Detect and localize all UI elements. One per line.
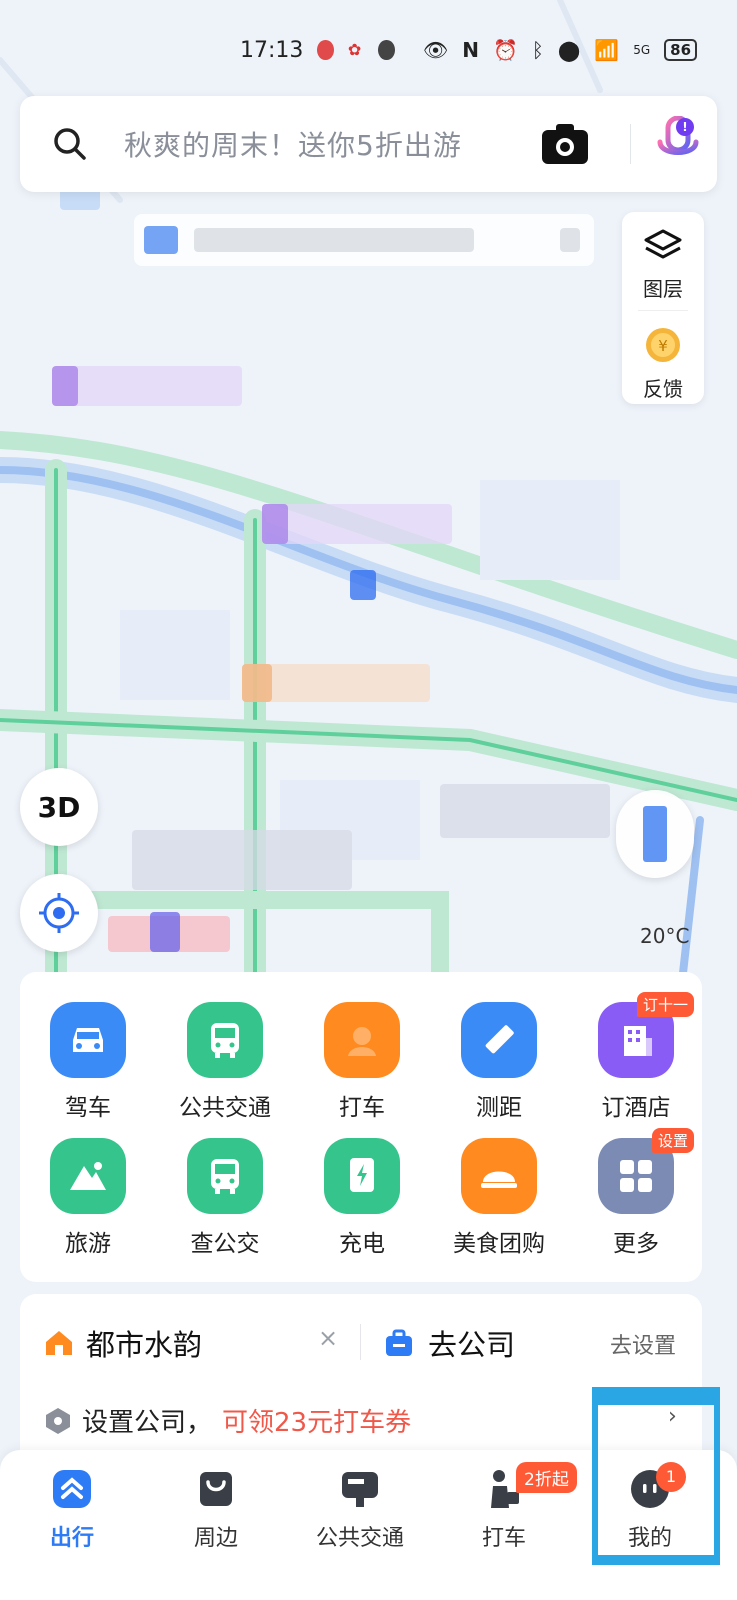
notification-icon (317, 40, 334, 60)
profile-icon (590, 1468, 710, 1514)
quick-action-measure[interactable]: 测距 (431, 1002, 567, 1122)
quick-action-travel[interactable]: 旅游 (20, 1138, 156, 1258)
quick-actions-card: 驾车 公共交通 打车 测距 订十一 订酒店 旅游 查公交 充电 美食团购 设置 更多 (20, 972, 702, 1282)
quick-action-food[interactable]: 美食团购 (431, 1138, 567, 1258)
3d-toggle-button[interactable]: 3D (20, 768, 98, 846)
hexagon-icon (46, 1407, 70, 1434)
grid-icon: 设置 (598, 1128, 694, 1214)
wifi-icon: 📶 (594, 38, 620, 62)
car-icon (50, 1002, 126, 1078)
location-icon: ⬤ (557, 38, 581, 62)
quick-action-charge[interactable]: 充电 (294, 1138, 430, 1258)
tab-label: 出行 (49, 1526, 94, 1551)
side-panel-divider (638, 310, 688, 311)
coin-icon: ¥ (646, 328, 680, 362)
quick-action-label: 旅游 (65, 1231, 111, 1257)
tab-transit-tab[interactable]: 公共交通 (300, 1468, 420, 1552)
search-icon (54, 128, 86, 160)
search-divider (630, 124, 631, 164)
tab-label: 周边 (193, 1526, 238, 1551)
charger-icon (324, 1138, 400, 1214)
transit-tab-icon (300, 1468, 420, 1514)
layers-label: 图层 (643, 277, 683, 301)
nfc-icon: N (462, 38, 479, 62)
quick-action-label: 更多 (613, 1231, 659, 1257)
compass-button[interactable] (616, 790, 694, 878)
quick-action-label: 查公交 (190, 1231, 260, 1257)
tab-label: 我的 (627, 1526, 672, 1551)
quick-action-label: 打车 (339, 1095, 385, 1121)
quick-action-hotel[interactable]: 订十一订酒店 (568, 992, 704, 1122)
tab-profile[interactable]: 1 我的 (590, 1462, 710, 1552)
carrier-icon: ✿ (347, 40, 362, 59)
briefcase-icon (386, 1329, 412, 1356)
layers-icon (644, 229, 682, 259)
quick-action-badge: 订十一 (636, 992, 694, 1017)
go-to-work-button[interactable]: 去公司 (428, 1322, 515, 1364)
feedback-label: 反馈 (643, 377, 683, 401)
close-home-button[interactable]: × (318, 1324, 338, 1352)
home-address[interactable]: 都市水韵 (86, 1322, 202, 1364)
quick-action-label: 订酒店 (601, 1095, 671, 1121)
quick-action-label: 美食团购 (453, 1231, 545, 1257)
weather-temperature: 20°C (640, 924, 690, 948)
taxi-icon (324, 1002, 400, 1078)
tab-travel-tab[interactable]: 出行 (12, 1468, 132, 1552)
layers-button[interactable]: 图层 (622, 228, 704, 302)
food-icon (461, 1138, 537, 1214)
commute-divider (360, 1324, 361, 1360)
audio-icon (378, 40, 395, 60)
quick-action-more[interactable]: 设置更多 (568, 1128, 704, 1258)
bag-icon (156, 1468, 276, 1514)
alarm-icon: ⏰ (493, 38, 518, 62)
mic-notice-dot: ! (676, 118, 694, 136)
tab-badge: 2折起 (516, 1462, 577, 1493)
search-input[interactable]: 秋爽的周末！送你5折出游 (124, 124, 462, 164)
network-label: 5G (633, 43, 651, 57)
quick-action-label: 测距 (476, 1095, 522, 1121)
status-bar: 17:13 ✿ 👁 N ⏰ ᛒ ⬤ 📶 5G 86 (240, 30, 698, 70)
quick-action-transit[interactable]: 公共交通 (157, 1002, 293, 1122)
tab-rider[interactable]: 2折起打车 (444, 1462, 577, 1552)
quick-action-label: 公共交通 (179, 1095, 271, 1121)
svg-text:¥: ¥ (658, 337, 668, 355)
route-suggestion-bar[interactable] (134, 214, 594, 266)
quick-action-label: 充电 (339, 1231, 385, 1257)
feedback-button[interactable]: ¥ 反馈 (622, 324, 704, 402)
compass-icon (643, 806, 667, 862)
set-company-row[interactable]: 设置公司， 可领23元打车券 (44, 1402, 411, 1439)
hotel-icon: 订十一 (598, 992, 694, 1078)
tab-badge: 1 (656, 1462, 686, 1492)
chevron-right-icon[interactable]: › (668, 1404, 677, 1429)
locate-button[interactable] (20, 874, 98, 952)
search-bar[interactable]: 秋爽的周末！送你5折出游 (20, 96, 717, 192)
set-company-text: 设置公司， (82, 1408, 213, 1438)
eye-icon: 👁 (422, 38, 449, 62)
bottom-tab-bar: 出行 周边 公共交通 2折起打车 1 我的 (0, 1450, 737, 1600)
quick-action-drive[interactable]: 驾车 (20, 1002, 156, 1122)
locate-icon (39, 893, 79, 933)
camera-icon[interactable] (540, 122, 590, 166)
quick-action-badge: 设置 (651, 1128, 694, 1153)
battery-icon: 86 (664, 39, 698, 61)
bus-icon (187, 1002, 263, 1078)
bluetooth-icon: ᛒ (531, 38, 544, 62)
quick-action-bus[interactable]: 查公交 (157, 1138, 293, 1258)
taxi-coupon-promo: 可领23元打车券 (222, 1408, 412, 1438)
home-icon (46, 1331, 72, 1355)
tab-bag[interactable]: 周边 (156, 1468, 276, 1552)
ruler-icon (461, 1002, 537, 1078)
go-settings-link[interactable]: 去设置 (610, 1328, 676, 1360)
quick-action-label: 驾车 (65, 1095, 111, 1121)
tab-label: 公共交通 (315, 1526, 404, 1551)
bus-icon (187, 1138, 263, 1214)
status-time: 17:13 (240, 37, 304, 63)
map-side-panel: 图层 ¥ 反馈 (622, 212, 704, 404)
commute-card: 都市水韵 × 去公司 去设置 设置公司， 可领23元打车券 › (20, 1294, 702, 1464)
tab-label: 打车 (481, 1526, 526, 1551)
travel-tab-icon (12, 1468, 132, 1514)
mountain-icon (50, 1138, 126, 1214)
quick-action-taxi[interactable]: 打车 (294, 1002, 430, 1122)
